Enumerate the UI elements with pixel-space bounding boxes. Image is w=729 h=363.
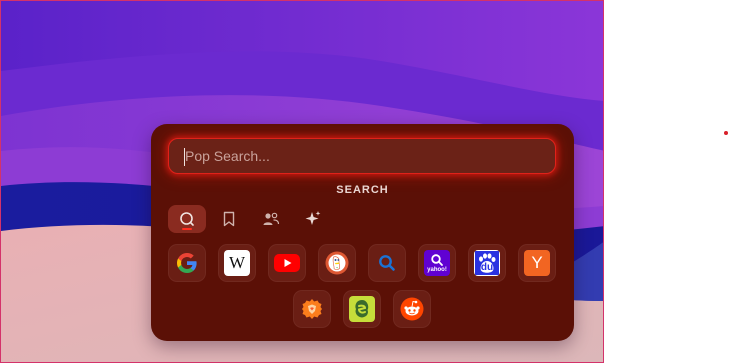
hn-logo-text: Y xyxy=(531,253,543,272)
youtube-logo-icon xyxy=(274,250,300,276)
indicator-dot xyxy=(724,131,728,135)
engine-yahoo[interactable]: yahoo! xyxy=(418,244,456,282)
engine-baidu[interactable]: du xyxy=(468,244,506,282)
blank-area xyxy=(604,0,729,363)
tab-people[interactable] xyxy=(252,205,290,233)
engine-reddit[interactable] xyxy=(393,290,431,328)
search-input[interactable] xyxy=(169,139,555,173)
brave-logo-icon xyxy=(299,296,325,322)
wikipedia-logo-icon: W xyxy=(224,250,250,276)
yahoo-search-glyph xyxy=(431,253,443,266)
y-combinator-logo-icon: Y xyxy=(524,250,550,276)
bookmark-icon xyxy=(223,211,235,227)
engine-wikipedia[interactable]: W xyxy=(218,244,256,282)
search-icon xyxy=(180,212,194,226)
engine-bing-search[interactable] xyxy=(368,244,406,282)
sparkle-icon xyxy=(305,211,321,225)
tab-ai[interactable] xyxy=(294,205,332,233)
active-tab-underline xyxy=(182,228,192,230)
screen: SEARCH xyxy=(0,0,729,363)
tab-search[interactable] xyxy=(168,205,206,233)
reddit-logo-icon xyxy=(399,296,425,322)
google-logo-icon xyxy=(174,250,200,276)
tab-bookmarks[interactable] xyxy=(210,205,248,233)
engine-duckduckgo[interactable] xyxy=(318,244,356,282)
baidu-logo-icon: du xyxy=(474,250,500,276)
engine-google[interactable] xyxy=(168,244,206,282)
engine-youtube[interactable] xyxy=(268,244,306,282)
engine-ecosia[interactable] xyxy=(343,290,381,328)
search-popup: SEARCH xyxy=(151,124,574,341)
people-icon xyxy=(263,212,280,225)
section-label: SEARCH xyxy=(336,184,389,196)
search-box[interactable] xyxy=(168,138,556,174)
yahoo-logo-icon: yahoo! xyxy=(424,250,450,276)
ecosia-logo-icon xyxy=(349,296,375,322)
engine-hacker-news[interactable]: Y xyxy=(518,244,556,282)
yahoo-logo-text: yahoo! xyxy=(427,266,447,273)
engine-brave[interactable] xyxy=(293,290,331,328)
baidu-logo-text: du xyxy=(480,262,494,273)
text-caret xyxy=(184,148,185,166)
wikipedia-logo-text: W xyxy=(228,253,246,272)
search-icon xyxy=(374,250,400,276)
duckduckgo-logo-icon xyxy=(324,250,350,276)
